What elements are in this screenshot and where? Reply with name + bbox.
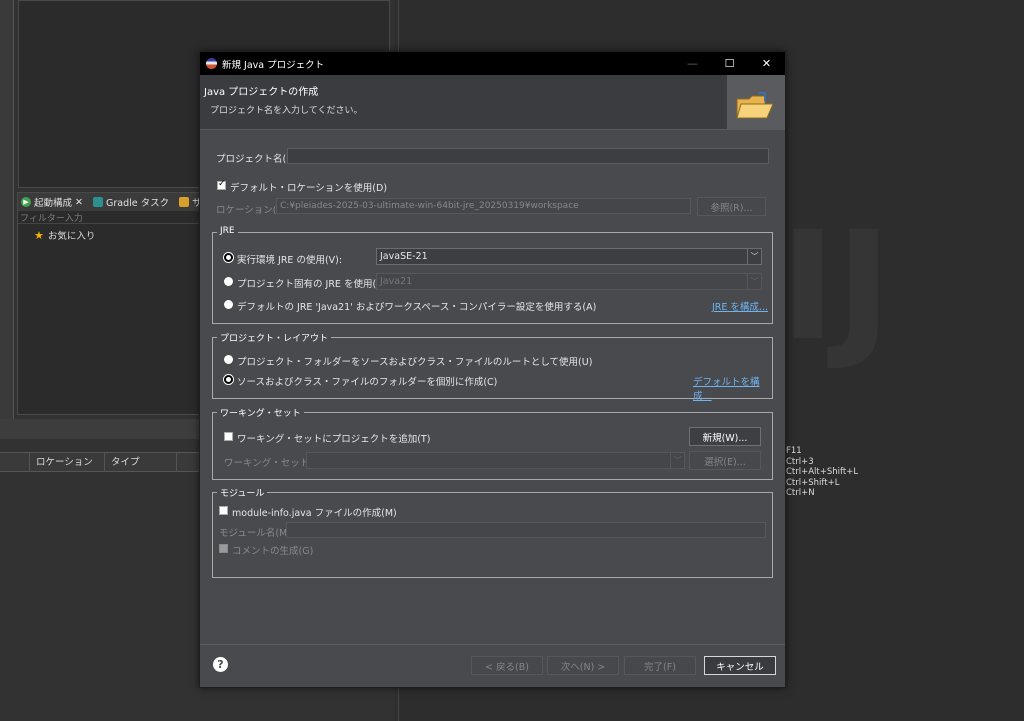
table-column-location[interactable]: ロケーション	[30, 453, 105, 471]
new-working-set-button[interactable]: 新規(W)...	[689, 427, 761, 446]
layout-single-folder-radio[interactable]	[224, 355, 233, 364]
tab-label: Gradle タスク	[105, 198, 170, 209]
working-set-group: ワーキング・セット ワーキング・セットにプロジェクトを追加(T) 新規(W)..…	[212, 406, 773, 480]
jre-execution-env-label: 実行環境 JRE の使用(V):	[237, 255, 343, 266]
jre-group: JRE 実行環境 JRE の使用(V): JavaSE-21 ﹀ プロジェクト固…	[212, 226, 773, 324]
configure-default-link[interactable]: デフォルトを構成...	[693, 374, 772, 402]
launch-config-icon: ▶	[21, 197, 31, 207]
location-input[interactable]: C:¥pleiades-2025-03-ultimate-win-64bit-j…	[276, 198, 691, 214]
eclipse-icon	[206, 58, 217, 69]
project-layout-group: プロジェクト・レイアウト プロジェクト・フォルダーをソースおよびクラス・ファイル…	[212, 331, 773, 402]
favorites-label: お気に入り	[47, 231, 96, 242]
tab-label: 起動構成	[34, 198, 73, 209]
default-location-label: デフォルト・ロケーションを使用(D)	[230, 183, 388, 194]
jre-execution-env-radio[interactable]	[224, 253, 233, 262]
dialog-titlebar[interactable]: 新規 Java プロジェクト — ☐ ✕	[200, 52, 785, 75]
shortcut-item: Ctrl+Shift+L	[786, 477, 840, 488]
execution-env-select[interactable]: JavaSE-21 ﹀	[376, 248, 762, 265]
dialog-title: 新規 Java プロジェクト	[222, 59, 325, 71]
layout-single-folder-label: プロジェクト・フォルダーをソースおよびクラス・ファイルのルートとして使用(U)	[237, 357, 593, 368]
browse-button[interactable]: 参照(R)...	[697, 197, 766, 216]
new-java-project-dialog: 新規 Java プロジェクト — ☐ ✕ Java プロジェクトの作成 プロジェ…	[199, 51, 786, 688]
add-to-working-set-checkbox[interactable]	[224, 432, 233, 441]
tab-gradle-tasks[interactable]: Gradle タスク	[92, 195, 170, 209]
jre-default-radio[interactable]	[224, 300, 233, 309]
cancel-button[interactable]: キャンセル	[704, 656, 776, 675]
servers-icon	[179, 197, 190, 207]
jre-project-specific-radio[interactable]	[224, 277, 233, 286]
project-jre-select[interactable]: Java21 ﹀	[376, 273, 762, 290]
chevron-down-icon: ﹀	[747, 274, 761, 289]
wizard-title: Java プロジェクトの作成	[204, 87, 319, 98]
help-icon[interactable]: ?	[213, 657, 228, 672]
gradle-icon	[92, 197, 103, 207]
working-sets-select[interactable]: ﹀	[306, 452, 685, 469]
chevron-down-icon: ﹀	[747, 249, 761, 264]
module-name-label: モジュール名(M):	[219, 528, 295, 539]
working-set-legend: ワーキング・セット	[217, 406, 304, 419]
select-working-set-button[interactable]: 選択(E)...	[689, 451, 761, 470]
layout-separate-folders-label: ソースおよびクラス・ファイルのフォルダーを個別に作成(C)	[237, 377, 498, 388]
module-name-input[interactable]	[286, 522, 766, 538]
layout-separate-folders-radio[interactable]	[224, 375, 233, 384]
left-minimized-strip	[0, 0, 14, 420]
shortcut-item: Ctrl+Alt+Shift+L	[786, 467, 859, 477]
chevron-down-icon: ﹀	[670, 453, 684, 468]
execution-env-value: JavaSE-21	[380, 251, 428, 262]
tab-launch-config[interactable]: ▶ 起動構成 ✕	[21, 195, 83, 209]
project-layout-legend: プロジェクト・レイアウト	[217, 331, 332, 344]
project-jre-value: Java21	[380, 276, 413, 287]
jre-default-label: デフォルトの JRE 'Java21' およびワークスペース・コンパイラー設定を…	[237, 302, 597, 313]
shortcut-item: Ctrl+N	[786, 488, 815, 498]
wizard-header: Java プロジェクトの作成 プロジェクト名を入力してください。	[200, 75, 785, 130]
shortcut-item: Ctrl+3	[786, 456, 814, 467]
star-icon: ★	[34, 228, 44, 242]
generate-comment-checkbox[interactable]	[219, 544, 228, 553]
default-location-checkbox[interactable]	[217, 179, 226, 190]
create-module-info-checkbox[interactable]	[219, 506, 228, 515]
project-name-input[interactable]	[287, 148, 769, 164]
configure-jre-link[interactable]: JRE を構成...	[712, 299, 768, 313]
shortcut-list: F11 Ctrl+3 Ctrl+Alt+Shift+L Ctrl+Shift+L…	[786, 446, 858, 499]
shortcut-item: F11	[786, 446, 802, 456]
footer-separator	[200, 644, 785, 645]
generate-comment-label: コメントの生成(G)	[232, 546, 314, 557]
close-icon[interactable]: ✕	[75, 197, 83, 208]
create-module-info-label: module-info.java ファイルの作成(M)	[232, 508, 397, 519]
maximize-button[interactable]: ☐	[711, 52, 748, 75]
wizard-banner	[727, 75, 785, 130]
jre-project-specific-label: プロジェクト固有の JRE を使用(S):	[237, 279, 390, 290]
wizard-message: プロジェクト名を入力してください。	[210, 106, 363, 116]
table-column-type[interactable]: タイプ	[105, 453, 177, 471]
close-button[interactable]: ✕	[748, 52, 785, 75]
editor-watermark: IJ	[780, 200, 892, 374]
module-legend: モジュール	[217, 486, 268, 499]
table-column-blank	[0, 453, 30, 471]
jre-group-legend: JRE	[217, 226, 238, 236]
next-button[interactable]: 次へ(N) >	[547, 656, 619, 675]
finish-button[interactable]: 完了(F)	[624, 656, 696, 675]
module-group: モジュール module-info.java ファイルの作成(M) モジュール名…	[212, 486, 773, 578]
minimize-button[interactable]: —	[674, 52, 711, 75]
folder-icon	[736, 92, 774, 119]
add-to-working-set-label: ワーキング・セットにプロジェクトを追加(T)	[237, 434, 431, 445]
back-button[interactable]: < 戻る(B)	[471, 656, 543, 675]
